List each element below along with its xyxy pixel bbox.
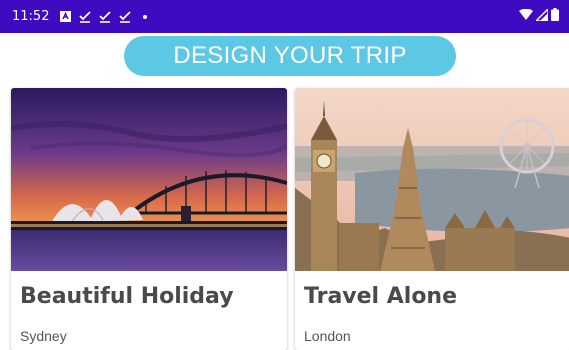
battery-icon bbox=[551, 7, 559, 26]
dot-icon bbox=[139, 11, 151, 23]
trip-card-sydney[interactable]: Beautiful Holiday Sydney bbox=[11, 88, 287, 350]
london-big-ben-image bbox=[295, 88, 569, 271]
sydney-opera-house-image bbox=[11, 88, 287, 271]
card-subtitle: Sydney bbox=[20, 328, 67, 344]
trip-card-london[interactable]: Travel Alone London bbox=[295, 88, 569, 350]
check-download-icon bbox=[99, 10, 112, 23]
status-bar-right bbox=[519, 6, 559, 26]
wifi-icon bbox=[519, 8, 533, 26]
status-bar: 11:52 bbox=[0, 0, 569, 33]
notification-a-icon bbox=[59, 11, 71, 23]
design-your-trip-label: DESIGN YOUR TRIP bbox=[173, 42, 407, 69]
signal-icon bbox=[534, 6, 549, 26]
check-download-icon bbox=[79, 10, 92, 23]
card-title: Travel Alone bbox=[304, 284, 458, 309]
check-download-icon bbox=[119, 10, 132, 23]
status-bar-left: 11:52 bbox=[12, 9, 151, 24]
card-subtitle: London bbox=[304, 328, 351, 344]
status-time: 11:52 bbox=[12, 9, 50, 24]
card-title: Beautiful Holiday bbox=[20, 284, 234, 309]
design-your-trip-button[interactable]: DESIGN YOUR TRIP bbox=[124, 36, 456, 76]
